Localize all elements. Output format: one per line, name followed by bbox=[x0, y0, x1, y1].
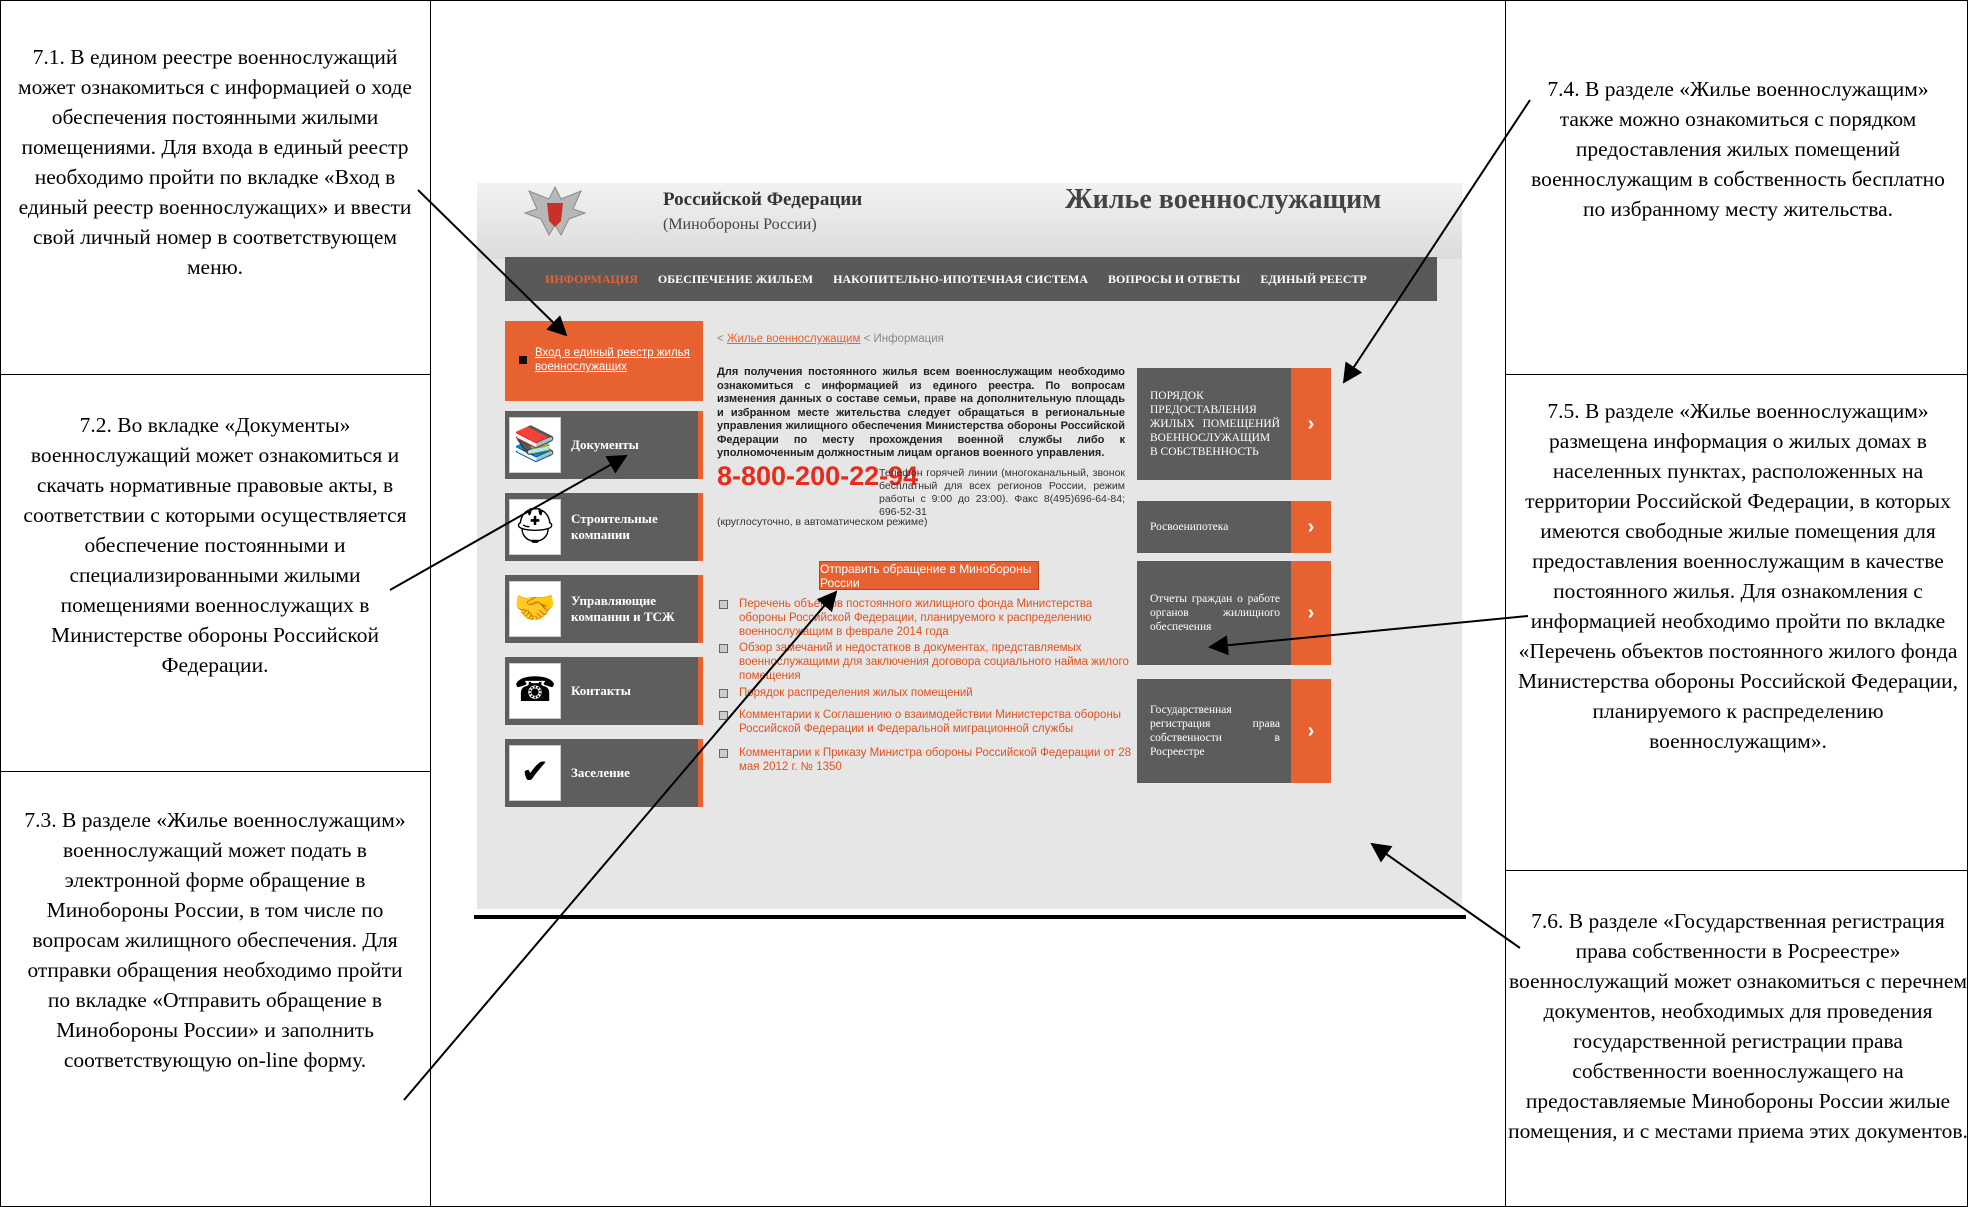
arrow-7-3 bbox=[403, 590, 838, 1101]
arrow-7-2 bbox=[389, 455, 628, 591]
arrow-7-5 bbox=[1208, 615, 1529, 656]
arrow-7-6 bbox=[1370, 842, 1521, 949]
arrow-7-1 bbox=[417, 189, 568, 337]
arrow-7-4 bbox=[1342, 99, 1531, 384]
callout-arrows bbox=[389, 99, 1531, 1101]
